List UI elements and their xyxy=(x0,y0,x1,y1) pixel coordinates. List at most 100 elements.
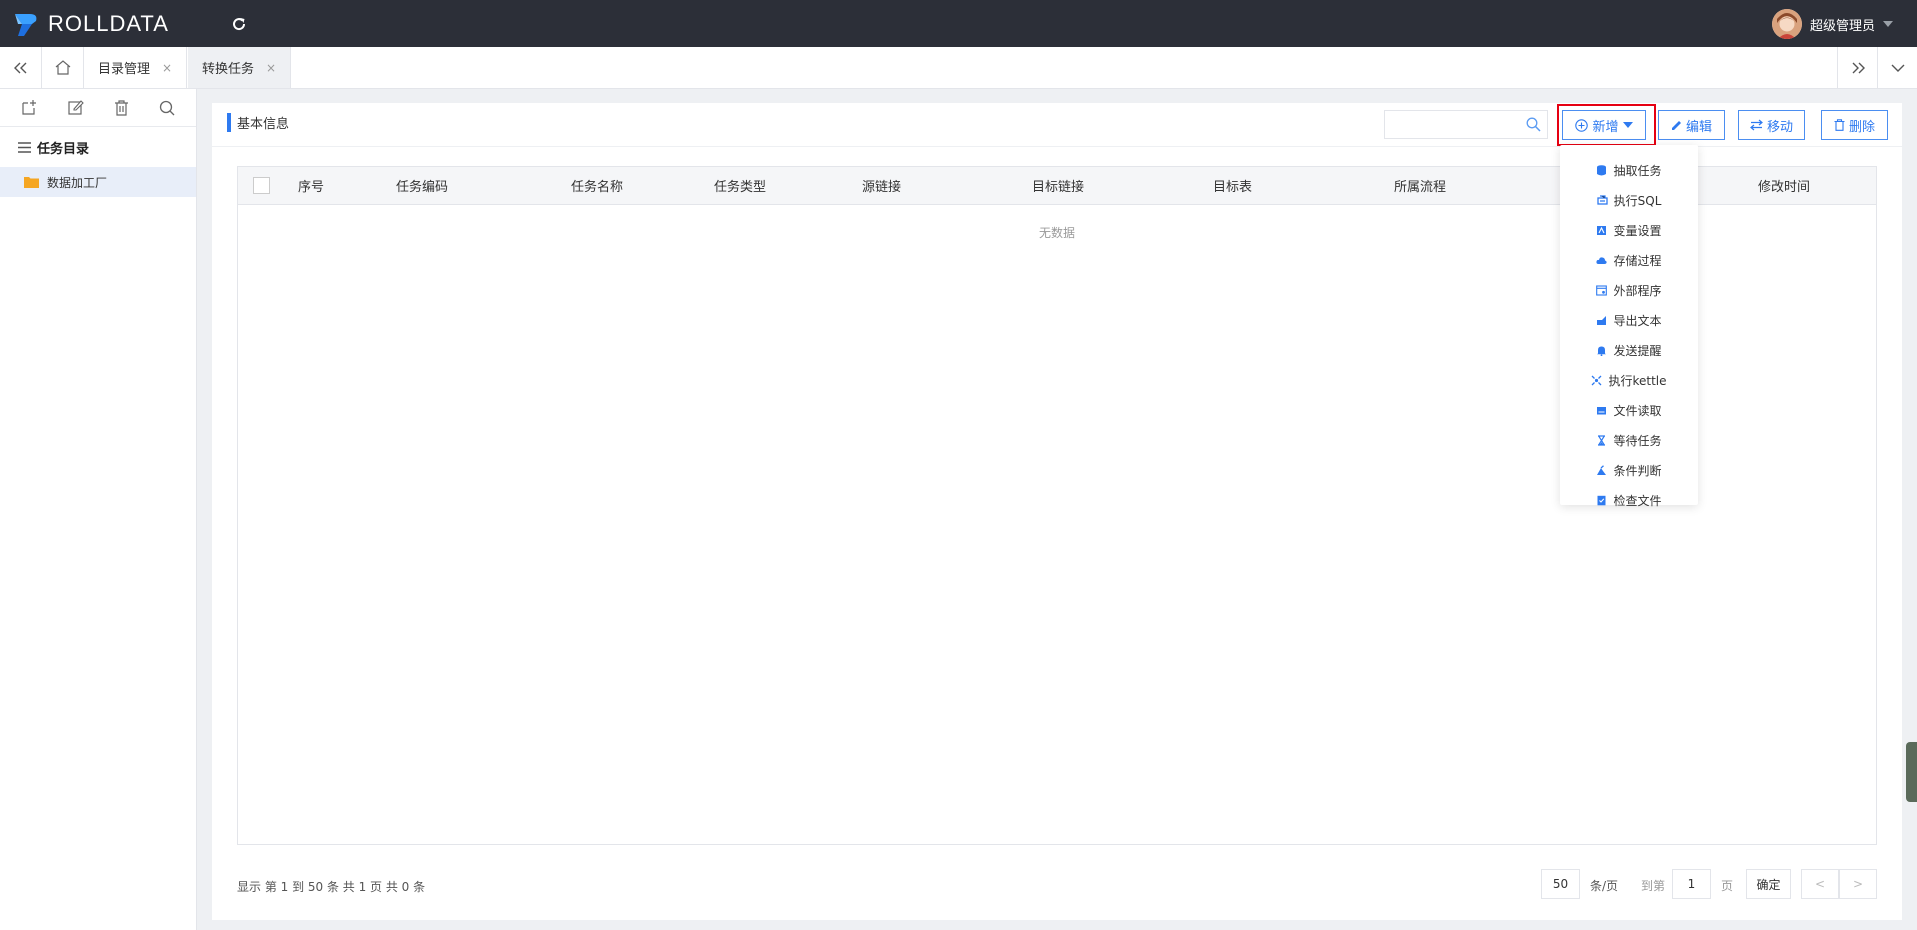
menu-item-label: 外部程序 xyxy=(1613,283,1662,298)
top-bar: ROLLDATA 超级管理员 xyxy=(0,0,1917,47)
avatar-icon xyxy=(1771,9,1802,39)
logo-icon xyxy=(15,13,37,36)
add-folder-button[interactable] xyxy=(17,96,41,120)
search-icon[interactable] xyxy=(1526,117,1541,132)
menu-item-execute-kettle[interactable]: 执行kettle xyxy=(1560,365,1698,395)
menu-item-label: 存储过程 xyxy=(1613,253,1662,268)
trash-icon xyxy=(114,99,128,116)
search-input[interactable] xyxy=(1385,111,1515,138)
tree-title: 任务目录 xyxy=(37,141,90,157)
edit-folder-button[interactable] xyxy=(63,96,87,120)
caret-down-icon xyxy=(1622,122,1633,128)
tab-transform-tasks[interactable]: 转换任务 × xyxy=(188,47,292,88)
menu-item-label: 等待任务 xyxy=(1613,433,1662,448)
menu-item-extract-task[interactable]: 抽取任务 xyxy=(1560,155,1698,185)
tab-close-button[interactable]: × xyxy=(162,61,172,75)
new-dropdown-menu: 抽取任务 执行SQL 变量设置 存储过程 外部程序 导出文本 发送提醒 执行ke… xyxy=(1560,145,1698,508)
plus-circle-icon xyxy=(1575,118,1589,132)
user-menu[interactable]: 超级管理员 xyxy=(1771,9,1893,39)
tab-bar: 目录管理 × 转换任务 × xyxy=(0,47,1917,89)
edit-button-label: 编辑 xyxy=(1685,119,1712,135)
chevron-down-icon xyxy=(1883,21,1893,27)
tab-directory-management[interactable]: 目录管理 × xyxy=(84,47,188,88)
edit-icon xyxy=(67,100,84,115)
hourglass-icon xyxy=(1598,434,1606,446)
page-size-select[interactable]: 50 xyxy=(1541,869,1580,899)
next-page-button[interactable]: > xyxy=(1839,869,1877,899)
refresh-button[interactable] xyxy=(228,13,250,35)
home-tab[interactable] xyxy=(42,47,84,88)
menu-item-label: 条件判断 xyxy=(1613,463,1662,478)
select-all-checkbox[interactable] xyxy=(253,177,270,194)
app-logo[interactable]: ROLLDATA xyxy=(12,8,169,39)
new-button[interactable]: 新增 xyxy=(1562,110,1646,140)
tab-label: 转换任务 xyxy=(202,62,255,77)
column-header[interactable]: 序号 xyxy=(298,167,324,204)
check-file-icon xyxy=(1597,495,1606,505)
column-header[interactable]: 源链接 xyxy=(862,167,901,204)
refresh-icon xyxy=(233,18,246,31)
pagination-info: 显示 第 1 到 50 条 共 1 页 共 0 条 xyxy=(237,880,426,894)
tab-label: 目录管理 xyxy=(98,62,151,77)
menu-item-file-read[interactable]: 文件读取 xyxy=(1560,395,1698,425)
menu-icon xyxy=(18,141,31,153)
menu-item-label: 导出文本 xyxy=(1613,313,1662,328)
column-header[interactable]: 任务编码 xyxy=(396,167,448,204)
add-folder-icon xyxy=(21,100,36,115)
menu-item-execute-sql[interactable]: 执行SQL xyxy=(1560,185,1698,215)
move-button-label: 移动 xyxy=(1766,119,1793,135)
menu-item-variable-settings[interactable]: 变量设置 xyxy=(1560,215,1698,245)
pencil-icon xyxy=(1671,120,1681,130)
avatar xyxy=(1771,9,1802,39)
scroll-tabs-right-button[interactable] xyxy=(1837,47,1877,88)
column-header[interactable]: 任务名称 xyxy=(571,167,623,204)
tree-header: 任务目录 xyxy=(0,127,196,167)
column-header[interactable]: 所属流程 xyxy=(1394,167,1446,204)
tree-node-data-factory[interactable]: 数据加工厂 xyxy=(0,167,196,197)
prev-page-button[interactable]: < xyxy=(1801,869,1839,899)
menu-item-send-reminder[interactable]: 发送提醒 xyxy=(1560,335,1698,365)
condition-icon xyxy=(1597,464,1607,475)
sql-icon xyxy=(1596,194,1608,205)
menu-item-condition[interactable]: 条件判断 xyxy=(1560,455,1698,485)
database-icon xyxy=(1597,164,1607,175)
menu-item-label: 发送提醒 xyxy=(1613,343,1662,358)
scroll-tabs-left-button[interactable] xyxy=(0,47,42,88)
chevron-down-icon xyxy=(1891,64,1904,72)
file-read-icon xyxy=(1597,406,1607,414)
menu-item-label: 执行kettle xyxy=(1608,373,1667,388)
sidebar-toolbar xyxy=(0,89,196,127)
delete-button-label: 删除 xyxy=(1848,119,1875,135)
delete-button[interactable]: 删除 xyxy=(1821,110,1888,140)
menu-item-check-file[interactable]: 检查文件 xyxy=(1560,485,1698,515)
move-button[interactable]: 移动 xyxy=(1738,110,1805,140)
tree-node-label: 数据加工厂 xyxy=(47,175,108,190)
bell-icon xyxy=(1597,346,1607,356)
menu-item-wait-task[interactable]: 等待任务 xyxy=(1560,425,1698,455)
menu-item-label: 检查文件 xyxy=(1613,493,1662,508)
export-icon xyxy=(1597,315,1607,325)
menu-item-label: 变量设置 xyxy=(1613,223,1662,238)
menu-item-export-text[interactable]: 导出文本 xyxy=(1560,305,1698,335)
menu-item-external-program[interactable]: 外部程序 xyxy=(1560,275,1698,305)
double-chevron-right-icon xyxy=(1852,62,1865,73)
column-header[interactable]: 目标链接 xyxy=(1032,167,1084,204)
go-to-page-button[interactable]: 确定 xyxy=(1746,869,1791,899)
page-unit: 页 xyxy=(1721,879,1734,893)
panel-title: 基本信息 xyxy=(227,113,289,132)
column-header[interactable]: 修改时间 xyxy=(1758,167,1810,204)
new-button-label: 新增 xyxy=(1592,119,1619,135)
panel-title-text: 基本信息 xyxy=(237,117,290,132)
tab-close-button[interactable]: × xyxy=(266,61,276,75)
delete-folder-button[interactable] xyxy=(109,96,133,120)
menu-item-stored-procedure[interactable]: 存储过程 xyxy=(1560,245,1698,275)
page-number-input[interactable]: 1 xyxy=(1672,869,1711,899)
menu-item-label: 抽取任务 xyxy=(1613,163,1662,178)
column-header[interactable]: 任务类型 xyxy=(714,167,766,204)
edit-button[interactable]: 编辑 xyxy=(1658,110,1725,140)
column-header[interactable]: 目标表 xyxy=(1213,167,1252,204)
tab-options-button[interactable] xyxy=(1877,47,1917,88)
side-widget-handle[interactable] xyxy=(1906,742,1917,802)
search-folder-button[interactable] xyxy=(155,96,179,120)
window-icon xyxy=(1596,284,1608,296)
